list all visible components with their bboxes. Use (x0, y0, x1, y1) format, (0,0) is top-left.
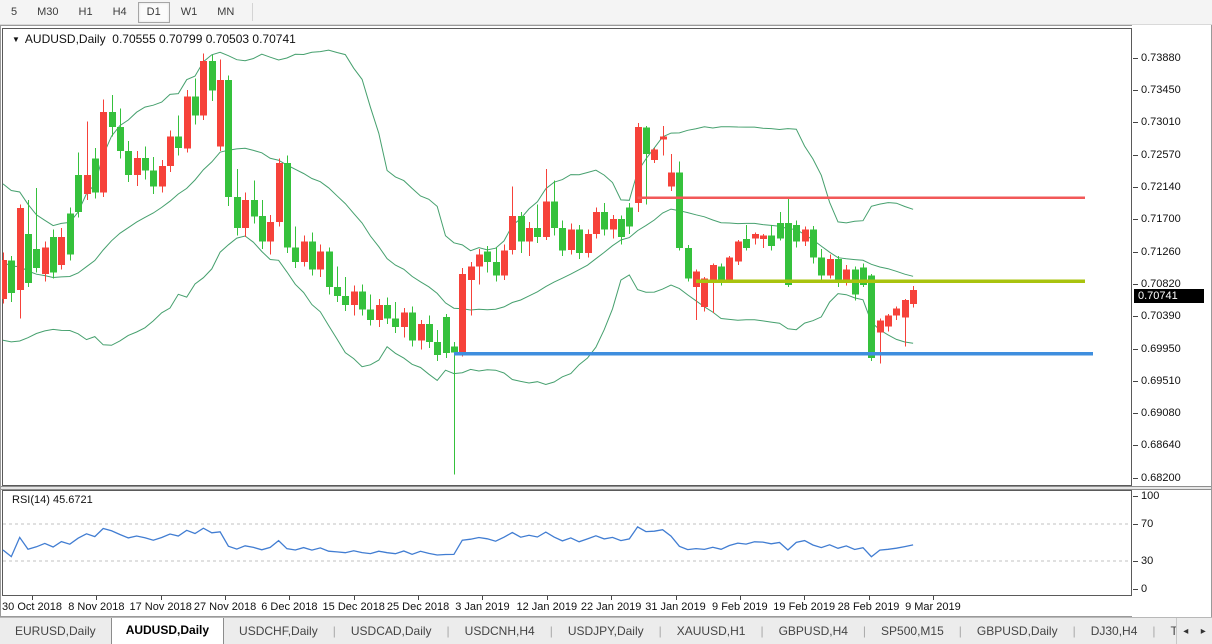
chart-tab-gbpusd-daily[interactable]: GBPUSD,Daily (962, 618, 1073, 644)
price-axis-label: 0.69950 (1141, 343, 1181, 356)
price-axis-label: 0.71700 (1141, 213, 1181, 226)
panel-splitter[interactable] (1, 486, 1211, 490)
chart-tab-xauusd-h1[interactable]: XAUUSD,H1 (662, 618, 761, 644)
price-axis-tick (1133, 445, 1138, 446)
tab-scroll-right-icon[interactable]: ▸ (1201, 626, 1206, 637)
price-axis-label: 0.68640 (1141, 439, 1181, 452)
price-axis-tick (1133, 349, 1138, 350)
timeframe-button-d1[interactable]: D1 (138, 2, 170, 23)
price-axis-label: 0.73880 (1141, 52, 1181, 65)
price-axis-label: 0.72570 (1141, 149, 1181, 162)
date-axis-tick (869, 596, 870, 600)
chart-tab-usdcad-daily[interactable]: USDCAD,Daily (336, 618, 447, 644)
date-axis-tick (676, 596, 677, 600)
date-axis-tick (32, 596, 33, 600)
candles (2, 54, 917, 475)
date-axis-tick (289, 596, 290, 600)
price-axis-tick (1133, 155, 1138, 156)
price-axis-label: 0.71260 (1141, 246, 1181, 259)
timeframe-button-5[interactable]: 5 (2, 2, 26, 23)
chart-tab-sp500-m15[interactable]: SP500,M15 (866, 618, 959, 644)
price-axis-label: 0.73450 (1141, 84, 1181, 97)
timeframe-button-w1[interactable]: W1 (172, 2, 207, 23)
price-axis-tick (1133, 58, 1138, 59)
chart-tab-eurusd-daily[interactable]: EURUSD,Daily (0, 618, 111, 644)
date-axis[interactable]: 30 Oct 20188 Nov 201817 Nov 201827 Nov 2… (0, 599, 1212, 617)
price-axis-tick (1133, 381, 1138, 382)
date-axis-tick (482, 596, 483, 600)
price-axis-label: 0.73010 (1141, 116, 1181, 129)
date-axis-tick (933, 596, 934, 600)
current-price-badge: 0.70741 (1134, 289, 1204, 303)
rsi-axis-tick (1133, 589, 1138, 590)
rsi-plot-border (3, 491, 1132, 596)
price-axis-tick (1133, 413, 1138, 414)
price-axis-tick (1133, 122, 1138, 123)
rsi-axis-label: 100 (1141, 490, 1159, 503)
price-axis-tick (1133, 219, 1138, 220)
price-axis-tick (1133, 478, 1138, 479)
chart-symbol-label: AUDUSD,Daily (25, 32, 106, 46)
date-axis-tick (547, 596, 548, 600)
timeframe-button-h1[interactable]: H1 (70, 2, 102, 23)
tab-scroll-controls: ◂ ▸ (1176, 618, 1212, 644)
date-axis-tick (804, 596, 805, 600)
chart-tab-usdchf-daily[interactable]: USDCHF,Daily (224, 618, 333, 644)
price-axis-tick (1133, 252, 1138, 253)
chart-tab-dj30-h4[interactable]: DJ30,H4 (1076, 618, 1153, 644)
date-axis-tick (225, 596, 226, 600)
chart-tab-usdjpy-daily[interactable]: USDJPY,Daily (553, 618, 659, 644)
main-chart-canvas[interactable] (2, 27, 1132, 486)
date-axis-label: 9 Mar 2019 (888, 601, 978, 613)
price-axis-label: 0.68200 (1141, 472, 1181, 485)
bollinger-bands (3, 50, 913, 384)
chart-tab-usdcnh-h4[interactable]: USDCNH,H4 (450, 618, 550, 644)
tab-scroll-left-icon[interactable]: ◂ (1183, 626, 1188, 637)
date-axis-tick (740, 596, 741, 600)
rsi-axis-tick (1133, 561, 1138, 562)
rsi-axis-label: 70 (1141, 518, 1153, 531)
chart-tab-audusd-daily[interactable]: AUDUSD,Daily (111, 617, 224, 644)
mt4-window: { "toolbar": { "timeframes": ["5", "M30"… (0, 0, 1212, 644)
rsi-axis-label: 0 (1141, 583, 1147, 596)
rsi-line (3, 527, 913, 557)
timeframe-toolbar: 5M30H1H4D1W1MN (0, 0, 1212, 25)
date-axis-tick (161, 596, 162, 600)
timeframe-button-m30[interactable]: M30 (28, 2, 67, 23)
timeframe-button-h4[interactable]: H4 (104, 2, 136, 23)
toolbar-separator (252, 3, 253, 21)
date-axis-tick (354, 596, 355, 600)
price-axis-tick (1133, 90, 1138, 91)
price-axis-tick (1133, 316, 1138, 317)
price-axis-label: 0.69510 (1141, 375, 1181, 388)
chart-tab-bar: EURUSD,DailyAUDUSD,DailyUSDCHF,Daily|USD… (0, 617, 1212, 644)
price-axis-label: 0.70390 (1141, 310, 1181, 323)
main-plot-border (3, 29, 1132, 486)
rsi-axis-label: 30 (1141, 555, 1153, 568)
chart-ohlc-values: 0.70555 0.70799 0.70503 0.70741 (112, 32, 296, 46)
timeframe-button-mn[interactable]: MN (208, 2, 243, 23)
price-axis-tick (1133, 284, 1138, 285)
rsi-indicator-label: RSI(14) 45.6721 (12, 494, 93, 506)
date-axis-tick (96, 596, 97, 600)
date-axis-tick (418, 596, 419, 600)
symbol-dropdown-icon[interactable]: ▼ (12, 35, 20, 44)
date-axis-tick (611, 596, 612, 600)
rsi-axis-tick (1133, 524, 1138, 525)
rsi-axis-tick (1133, 496, 1138, 497)
chart-tab-gbpusd-h4[interactable]: GBPUSD,H4 (764, 618, 863, 644)
price-axis-tick (1133, 187, 1138, 188)
price-axis-label: 0.72140 (1141, 181, 1181, 194)
price-axis-label: 0.69080 (1141, 407, 1181, 420)
chart-title: ▼ AUDUSD,Daily 0.70555 0.70799 0.70503 0.… (12, 32, 296, 46)
rsi-indicator-canvas[interactable] (2, 490, 1132, 596)
